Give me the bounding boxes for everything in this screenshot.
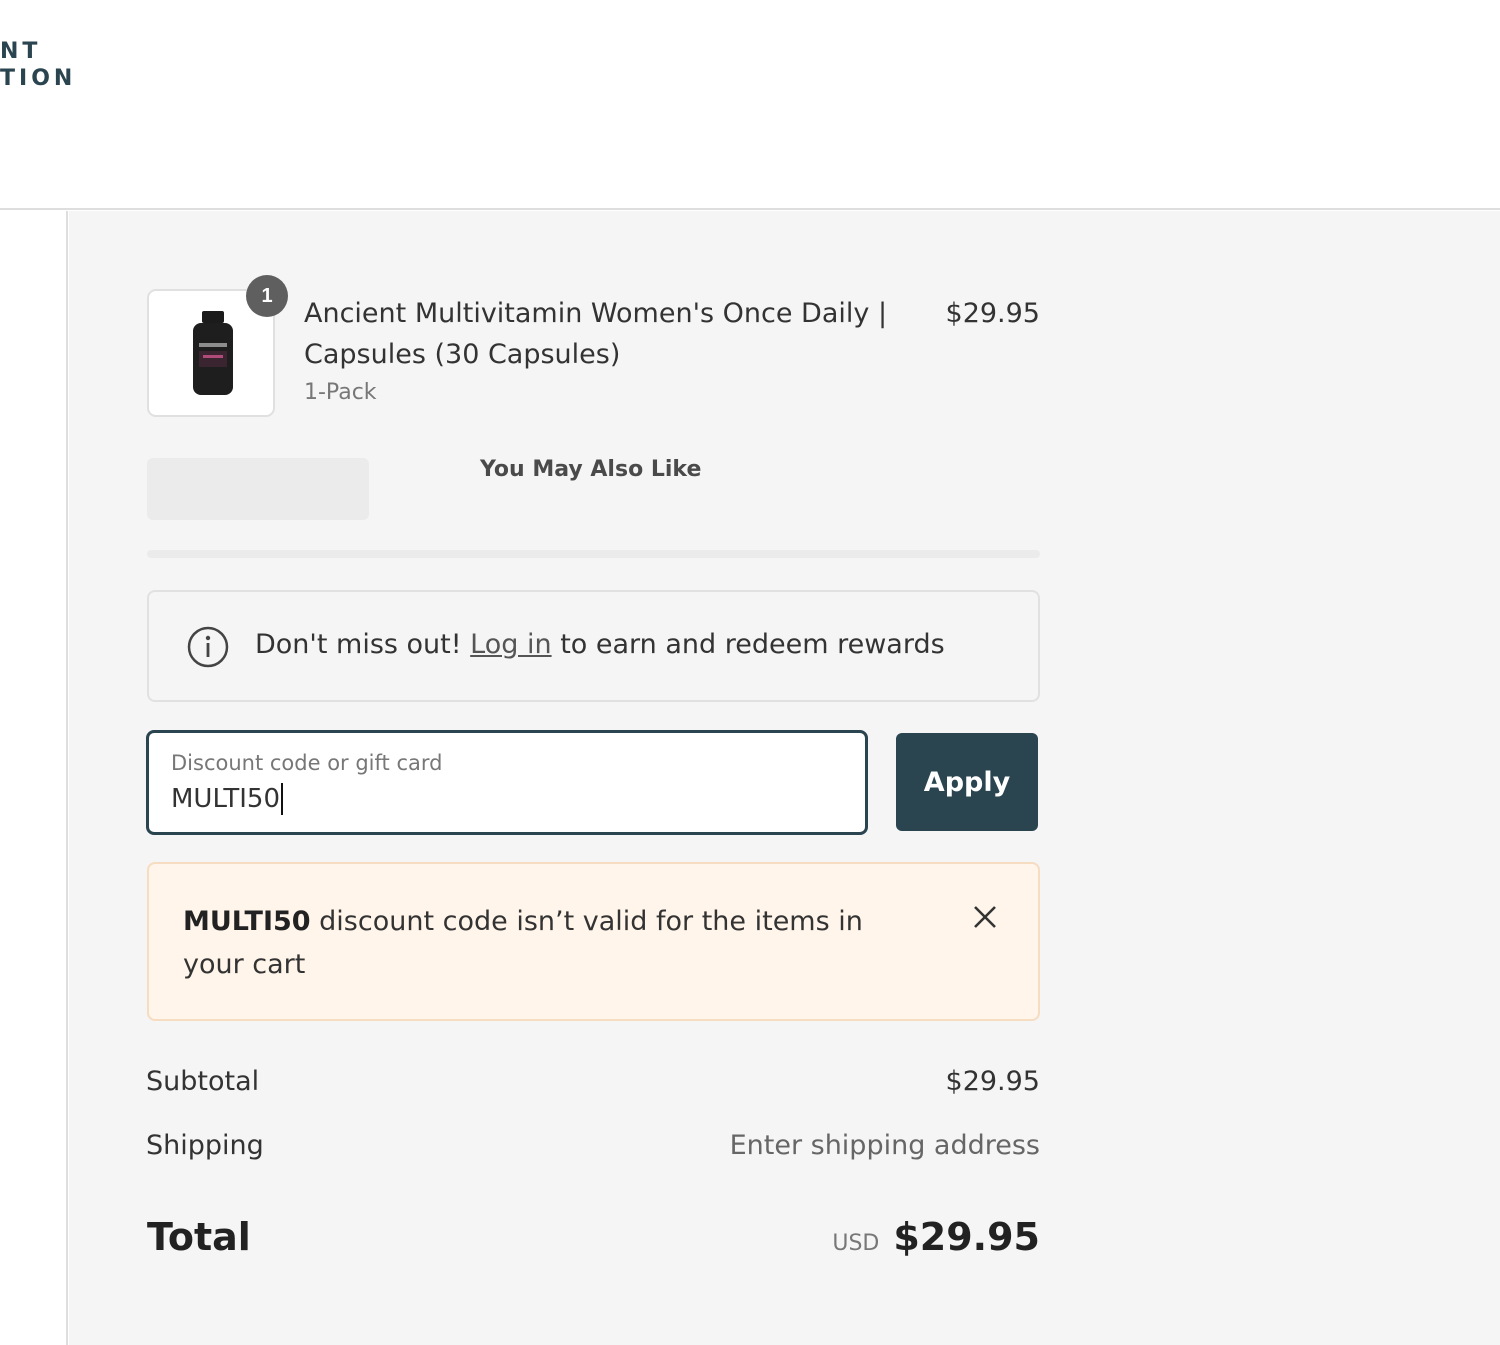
subtotal-label: Subtotal [146, 1066, 260, 1097]
apply-discount-button[interactable]: Apply [896, 733, 1038, 831]
brand-logo[interactable]: NT TION [0, 38, 76, 92]
subtotal-value: $29.95 [945, 1066, 1040, 1097]
error-code: MULTI50 [183, 906, 311, 937]
rewards-suffix: to earn and redeem rewards [560, 629, 945, 660]
rewards-message: Don't miss out! Log in to earn and redee… [255, 629, 945, 660]
logo-line-2: TION [0, 66, 77, 91]
product-price: $29.95 [945, 298, 1040, 329]
supplement-bottle-icon [193, 311, 233, 395]
shipping-label: Shipping [146, 1130, 264, 1161]
upsell-loading-bar [147, 550, 1040, 558]
currency-code: USD [832, 1231, 880, 1256]
discount-field-value-wrap[interactable]: MULTI50 [171, 783, 284, 815]
discount-error-banner: MULTI50 discount code isn’t valid for th… [147, 862, 1040, 1021]
upsell-heading: You May Also Like [480, 457, 702, 482]
total-amount: $29.95 [893, 1215, 1040, 1259]
close-icon[interactable] [972, 904, 998, 930]
discount-error-message: MULTI50 discount code isn’t valid for th… [183, 900, 923, 986]
text-cursor [281, 783, 284, 815]
total-value-group: USD $29.95 [832, 1215, 1040, 1259]
quantity-badge: 1 [246, 275, 288, 317]
checkout-main-column [0, 211, 68, 1345]
logo-line-1: NT [0, 39, 42, 64]
discount-field-label: Discount code or gift card [171, 751, 443, 775]
header: NT TION [0, 0, 1500, 210]
discount-code-input[interactable]: Discount code or gift card MULTI50 [146, 730, 868, 835]
total-label: Total [147, 1215, 251, 1259]
info-icon [187, 626, 229, 668]
product-variant: 1-Pack [304, 380, 377, 405]
discount-field-value[interactable]: MULTI50 [171, 784, 280, 814]
login-link[interactable]: Log in [470, 629, 551, 660]
rewards-notice: Don't miss out! Log in to earn and redee… [147, 590, 1040, 702]
product-title: Ancient Multivitamin Women's Once Daily … [304, 298, 888, 370]
upsell-image-placeholder [147, 458, 369, 520]
rewards-prefix: Don't miss out! [255, 629, 462, 660]
shipping-value: Enter shipping address [729, 1130, 1040, 1161]
